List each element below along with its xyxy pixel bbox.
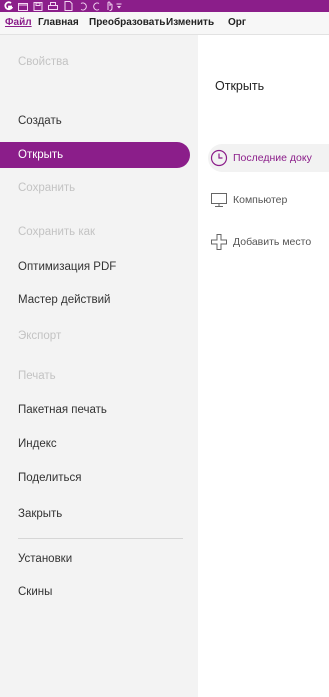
open-option-computer[interactable]: Компьютер <box>208 186 287 214</box>
menu-item-batch-print[interactable]: Пакетная печать <box>18 404 107 416</box>
print-icon[interactable] <box>47 0 59 12</box>
menu-item-print[interactable]: Печать <box>18 370 56 382</box>
clock-icon <box>208 147 230 169</box>
add-place-icon <box>208 231 230 253</box>
menu-item-action-wizard[interactable]: Мастер действий <box>18 294 110 306</box>
menu-item-create[interactable]: Создать <box>18 115 62 127</box>
backstage-menu: Свойства Создать Открыть Сохранить Сохра… <box>0 35 198 697</box>
open-folder-icon[interactable] <box>17 0 29 12</box>
menu-item-save-as[interactable]: Сохранить как <box>18 226 95 238</box>
tab-edit[interactable]: Изменить <box>166 17 214 28</box>
open-option-label: Добавить место <box>233 236 312 248</box>
redo-icon[interactable] <box>90 0 102 12</box>
menu-item-open[interactable]: Открыть <box>0 142 190 168</box>
open-option-add-place[interactable]: Добавить место <box>208 228 311 256</box>
menu-item-index[interactable]: Индекс <box>18 438 57 450</box>
open-option-recent[interactable]: Последние доку <box>208 144 329 172</box>
ribbon-tab-bar: Файл Главная Преобразовать Изменить Орг <box>0 12 329 35</box>
tab-organize[interactable]: Орг <box>228 17 246 28</box>
menu-divider <box>18 538 183 539</box>
open-option-label: Компьютер <box>233 194 288 206</box>
menu-item-preferences[interactable]: Установки <box>18 553 72 565</box>
computer-icon <box>208 189 230 211</box>
menu-item-close[interactable]: Закрыть <box>18 508 62 520</box>
menu-item-properties[interactable]: Свойства <box>18 56 69 68</box>
dropdown-icon[interactable] <box>115 0 123 12</box>
tab-convert[interactable]: Преобразовать <box>89 17 165 28</box>
menu-item-export[interactable]: Экспорт <box>18 330 61 342</box>
new-doc-icon[interactable] <box>62 0 74 12</box>
tab-file[interactable]: Файл <box>5 17 32 28</box>
page-title: Открыть <box>215 79 265 93</box>
tab-home[interactable]: Главная <box>38 17 79 28</box>
menu-item-optimize-pdf[interactable]: Оптимизация PDF <box>18 261 116 273</box>
save-icon[interactable] <box>32 0 44 12</box>
hand-tool-icon[interactable] <box>103 0 115 12</box>
undo-icon[interactable] <box>77 0 89 12</box>
title-bar <box>0 0 329 12</box>
menu-item-share[interactable]: Поделиться <box>18 472 82 484</box>
app-logo-icon <box>3 0 13 12</box>
menu-item-skins[interactable]: Скины <box>18 586 52 598</box>
open-option-label: Последние доку <box>233 152 312 164</box>
menu-item-save[interactable]: Сохранить <box>18 182 75 194</box>
